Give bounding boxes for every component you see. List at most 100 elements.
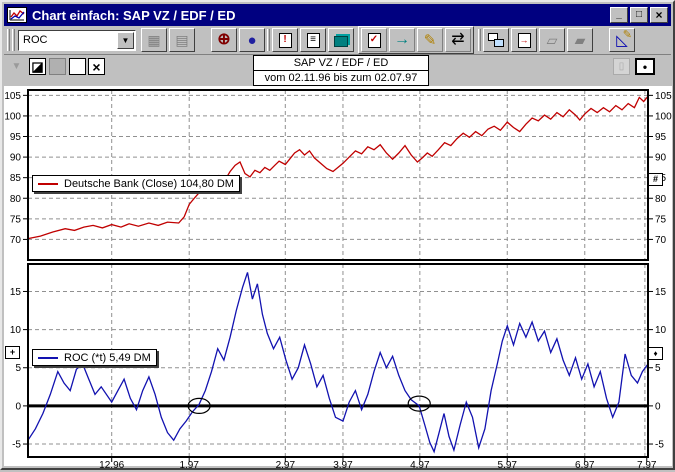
portfolio-cube-button[interactable] (328, 28, 354, 52)
draw-button[interactable]: ✎ (417, 28, 443, 52)
dot-mode-button[interactable]: • (635, 58, 655, 75)
report-button[interactable]: ! (272, 28, 298, 52)
report-doc-icon: ! (279, 33, 292, 48)
checklist-button[interactable]: ✓ (361, 28, 387, 52)
svg-text:70: 70 (10, 235, 22, 246)
analysis-bomb-button[interactable]: ● (239, 28, 265, 52)
roc-pane-tool-button[interactable]: ♦ (648, 347, 663, 360)
gray-fill-button[interactable] (49, 58, 66, 75)
eraser-icon: ▱ (547, 33, 558, 47)
svg-text:85: 85 (10, 173, 22, 184)
send-to-window-button[interactable]: → (511, 28, 537, 52)
chevron-down-icon[interactable]: ▼ (117, 32, 134, 49)
roc-pane-add-button[interactable]: + (5, 346, 20, 359)
app-chart-icon (7, 7, 27, 23)
svg-text:95: 95 (10, 132, 22, 143)
svg-text:105: 105 (4, 91, 21, 102)
close-icon: × (655, 9, 662, 21)
svg-text:90: 90 (655, 153, 667, 164)
forward-button[interactable]: → (389, 28, 415, 52)
white-fill-button[interactable] (69, 58, 86, 75)
swap-scale-button[interactable]: ⇄ (445, 28, 471, 52)
minimize-icon: _ (616, 10, 622, 20)
ruler-pencil-icon: ✎ (623, 30, 632, 41)
slider-diamond-icon: ♦ (653, 350, 657, 358)
svg-text:100: 100 (655, 111, 672, 122)
svg-text:15: 15 (655, 287, 667, 298)
svg-text:3.97: 3.97 (333, 460, 353, 471)
send-window-icon: → (518, 33, 531, 48)
roc-legend-label: ROC (*t) 5,49 DM (64, 352, 151, 364)
chart-area[interactable]: 707075758080858590909595100100105105-5-5… (2, 86, 675, 472)
doc-lines-icon: ≡ (307, 33, 320, 48)
svg-text:100: 100 (4, 111, 21, 122)
svg-text:5: 5 (655, 363, 661, 374)
price-pane-scale-button[interactable]: # (648, 173, 663, 186)
zoom-target-icon: ⊕ (217, 32, 230, 48)
svg-text:10: 10 (10, 325, 22, 336)
svg-text:5.97: 5.97 (498, 460, 518, 471)
price-legend[interactable]: Deutsche Bank (Close) 104,80 DM (32, 175, 240, 192)
toolbar-handle[interactable] (12, 29, 15, 51)
picture-icon: ▦ (147, 33, 160, 47)
edit-tools-group: ✓ → ✎ ⇄ (358, 26, 474, 54)
indicator-select[interactable]: ROC ▼ (18, 30, 136, 51)
brush-button: ▰ (567, 28, 593, 52)
svg-text:70: 70 (655, 235, 667, 246)
svg-text:1.97: 1.97 (179, 460, 199, 471)
small-dropdown-icon: ▼ (12, 61, 22, 72)
title-bar[interactable]: Chart einfach: SAP VZ / EDF / ED _ □ × (4, 4, 671, 26)
number-sign-icon: # (653, 175, 658, 184)
svg-text:0: 0 (655, 401, 661, 412)
svg-text:7.97: 7.97 (637, 460, 657, 471)
svg-text:75: 75 (10, 214, 22, 225)
window-mode-disabled: ▯ (613, 58, 630, 75)
toolbar-handle[interactable] (7, 29, 10, 51)
chart-info-box: SAP VZ / EDF / ED vom 02.11.96 bis zum 0… (253, 55, 429, 86)
notes-icon: ▤ (175, 33, 188, 47)
svg-text:-5: -5 (655, 440, 664, 451)
arrow-right-icon: → (394, 32, 410, 48)
minimize-button[interactable]: _ (610, 7, 628, 23)
svg-text:0: 0 (15, 401, 21, 412)
roc-legend[interactable]: ROC (*t) 5,49 DM (32, 349, 157, 366)
close-button[interactable]: × (650, 7, 668, 23)
svg-text:4.97: 4.97 (410, 460, 430, 471)
chart-image-button: ▦ (141, 28, 167, 52)
app-window: Chart einfach: SAP VZ / EDF / ED _ □ × R… (0, 0, 675, 470)
tile-windows-icon (488, 33, 504, 47)
maximize-button[interactable]: □ (630, 7, 648, 23)
style-dropdown-disabled: ▼ (8, 58, 25, 75)
small-window-icon: ▯ (619, 61, 625, 72)
dot-icon: • (643, 60, 647, 74)
main-toolbar: ROC ▼ ▦ ▤ ⊕ ● ! ≡ ✓ → ✎ ⇄ → ▱ (4, 26, 671, 55)
chart-controls-row: ▼ ◪ × SAP VZ / EDF / ED vom 02.11.96 bis… (4, 55, 671, 86)
svg-text:-5: -5 (12, 440, 21, 451)
svg-text:5: 5 (15, 363, 21, 374)
plus-icon: + (10, 348, 15, 357)
svg-text:12.96: 12.96 (99, 460, 124, 471)
eraser-button: ▱ (539, 28, 565, 52)
svg-text:80: 80 (10, 194, 22, 205)
maximize-icon: □ (636, 10, 642, 20)
toolbar-separator (478, 29, 481, 51)
chart-info-title: SAP VZ / EDF / ED (254, 56, 428, 71)
pattern-fill-button[interactable]: ◪ (29, 58, 46, 75)
swap-arrows-icon: ⇄ (451, 32, 464, 48)
cube-icon (334, 36, 348, 47)
svg-text:80: 80 (655, 194, 667, 205)
no-fill-button[interactable]: × (88, 58, 105, 75)
brush-icon: ▰ (575, 33, 586, 47)
indicator-value: ROC (19, 34, 116, 46)
text-page-button[interactable]: ≡ (300, 28, 326, 52)
zoom-button[interactable]: ⊕ (211, 28, 237, 52)
chart-info-range: vom 02.11.96 bis zum 02.07.97 (254, 71, 428, 85)
design-chart-button[interactable]: ◺ ✎ (609, 28, 635, 52)
price-series-line-sample (38, 183, 58, 185)
tile-windows-button[interactable] (483, 28, 509, 52)
svg-text:75: 75 (655, 214, 667, 225)
clipboard-check-icon: ✓ (368, 33, 381, 48)
svg-text:105: 105 (655, 91, 672, 102)
price-legend-label: Deutsche Bank (Close) 104,80 DM (64, 178, 234, 190)
window-title: Chart einfach: SAP VZ / EDF / ED (32, 8, 610, 23)
